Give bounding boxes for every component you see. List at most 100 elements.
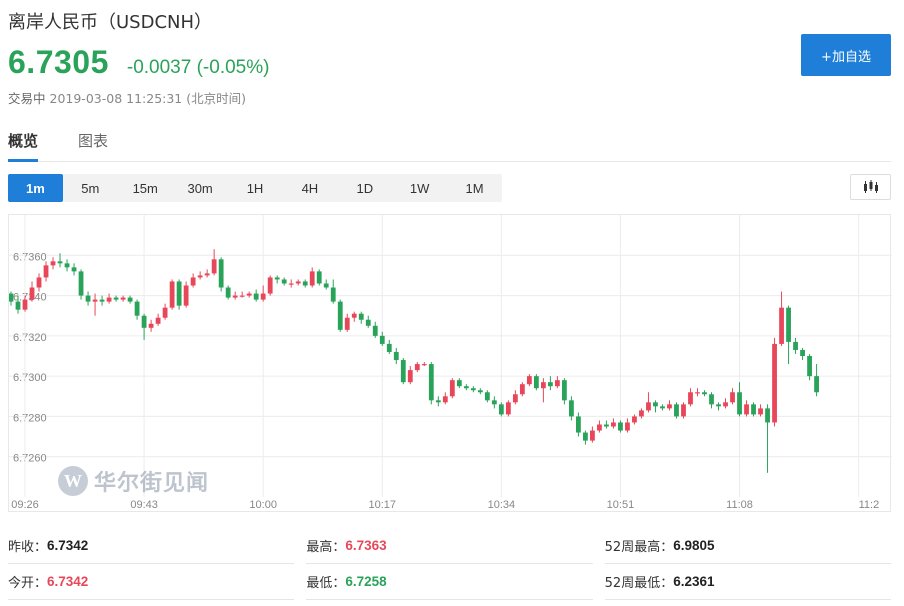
chart-type-button[interactable] xyxy=(850,174,891,200)
candle-body xyxy=(295,281,301,284)
candle-body xyxy=(793,341,798,350)
candle-body xyxy=(218,259,224,288)
candle-body xyxy=(211,259,217,274)
candle-body xyxy=(632,416,637,423)
tab-chart[interactable]: 图表 xyxy=(78,126,108,161)
candle-body xyxy=(232,295,238,298)
candle-body xyxy=(365,319,371,326)
trading-status: 交易中 2019-03-08 11:25:31 (北京时间) xyxy=(8,88,246,107)
candle-body xyxy=(120,297,126,300)
candle-body xyxy=(590,430,595,441)
stat-value: 6.7342 xyxy=(47,574,89,589)
stat-value: 6.9805 xyxy=(673,538,715,553)
stat-label: 52周最低： xyxy=(604,576,674,591)
candle-body xyxy=(421,364,427,366)
candle-body xyxy=(561,380,567,401)
candle-body xyxy=(646,402,651,411)
candle-body xyxy=(498,404,504,415)
candle-body xyxy=(786,307,791,342)
y-tick-label: 6.7360 xyxy=(13,251,47,263)
period-15m[interactable]: 15m xyxy=(118,174,173,202)
y-tick-label: 6.7320 xyxy=(13,332,47,344)
status-text: 交易中 xyxy=(8,91,46,106)
stat-value: 6.7258 xyxy=(345,574,387,589)
y-tick-label: 6.7280 xyxy=(13,412,47,424)
period-5m[interactable]: 5m xyxy=(63,174,118,202)
candle-body xyxy=(681,404,686,417)
candle-body xyxy=(484,392,490,401)
candle-body xyxy=(583,432,588,441)
candle-body xyxy=(134,301,140,316)
price-row: 6.7305 -0.0037 (-0.05%) xyxy=(8,44,269,81)
candle-body xyxy=(176,281,182,306)
add-watchlist-button[interactable]: +加自选 xyxy=(801,34,891,76)
candle-body xyxy=(442,396,448,403)
candle-body xyxy=(765,408,770,423)
candle-body xyxy=(547,382,553,387)
candle-body xyxy=(540,382,546,389)
watermark-text: 华尔街见闻 xyxy=(94,470,210,496)
period-30m[interactable]: 30m xyxy=(173,174,228,202)
candle-body xyxy=(9,293,14,302)
candle-body xyxy=(309,271,315,286)
stat-high: 最高： 6.7363 xyxy=(306,528,593,564)
period-4h[interactable]: 4H xyxy=(282,174,337,202)
candle-body xyxy=(337,301,343,330)
candle-body xyxy=(414,364,420,371)
candle-body xyxy=(660,406,665,409)
stat-prev-close: 昨收： 6.7342 xyxy=(8,528,295,564)
candle-body xyxy=(379,335,385,344)
candle-body xyxy=(71,267,77,272)
tab-overview[interactable]: 概览 xyxy=(8,126,39,162)
candle-body xyxy=(695,392,700,394)
candle-body xyxy=(449,380,455,397)
period-selector: 1m 5m 15m 30m 1H 4H 1D 1W 1M xyxy=(8,174,502,202)
candle-body xyxy=(225,287,231,298)
x-tick-label: 10:51 xyxy=(607,499,635,511)
period-1m[interactable]: 1m xyxy=(8,174,63,202)
candle-body xyxy=(618,422,623,431)
candle-body xyxy=(127,297,133,302)
candle-body xyxy=(730,392,735,403)
x-tick-label: 11:2 xyxy=(859,499,880,511)
period-1d[interactable]: 1D xyxy=(337,174,392,202)
candle-body xyxy=(526,376,532,385)
candle-body xyxy=(737,392,742,415)
candle-body xyxy=(393,351,399,361)
stat-open: 今开： 6.7342 xyxy=(8,564,295,600)
period-1w[interactable]: 1W xyxy=(392,174,447,202)
period-1mo[interactable]: 1M xyxy=(447,174,502,202)
candle-body xyxy=(288,283,294,285)
candle-body xyxy=(576,416,581,433)
stat-label: 最低： xyxy=(306,576,346,591)
candle-body xyxy=(323,283,329,288)
candle-body xyxy=(239,295,245,297)
candle-body xyxy=(267,277,273,294)
candle-body xyxy=(344,317,350,330)
stat-label: 最高： xyxy=(306,540,346,555)
candle-body xyxy=(162,307,168,318)
candle-body xyxy=(99,299,105,302)
candle-body xyxy=(358,313,364,320)
candle-body xyxy=(435,400,441,403)
candle-body xyxy=(491,400,497,405)
x-tick-label: 10:34 xyxy=(488,499,516,511)
current-price: 6.7305 xyxy=(8,44,109,80)
x-tick-label: 10:17 xyxy=(368,499,396,511)
stat-label: 今开： xyxy=(8,576,48,591)
candle-body xyxy=(407,370,413,383)
candle-body xyxy=(302,281,308,286)
stat-value: 6.7342 xyxy=(47,538,89,553)
candle-body xyxy=(246,293,252,296)
stat-value: 6.7363 xyxy=(345,538,387,553)
candle-body xyxy=(758,408,763,415)
candle-body xyxy=(814,376,819,393)
period-1h[interactable]: 1H xyxy=(228,174,283,202)
candle-body xyxy=(456,380,462,387)
candle-body xyxy=(653,402,658,407)
candle-body xyxy=(779,307,784,344)
stat-label: 昨收： xyxy=(8,540,48,555)
x-tick-label: 10:00 xyxy=(249,499,277,511)
candle-body xyxy=(667,404,672,409)
candle-body xyxy=(512,394,518,403)
